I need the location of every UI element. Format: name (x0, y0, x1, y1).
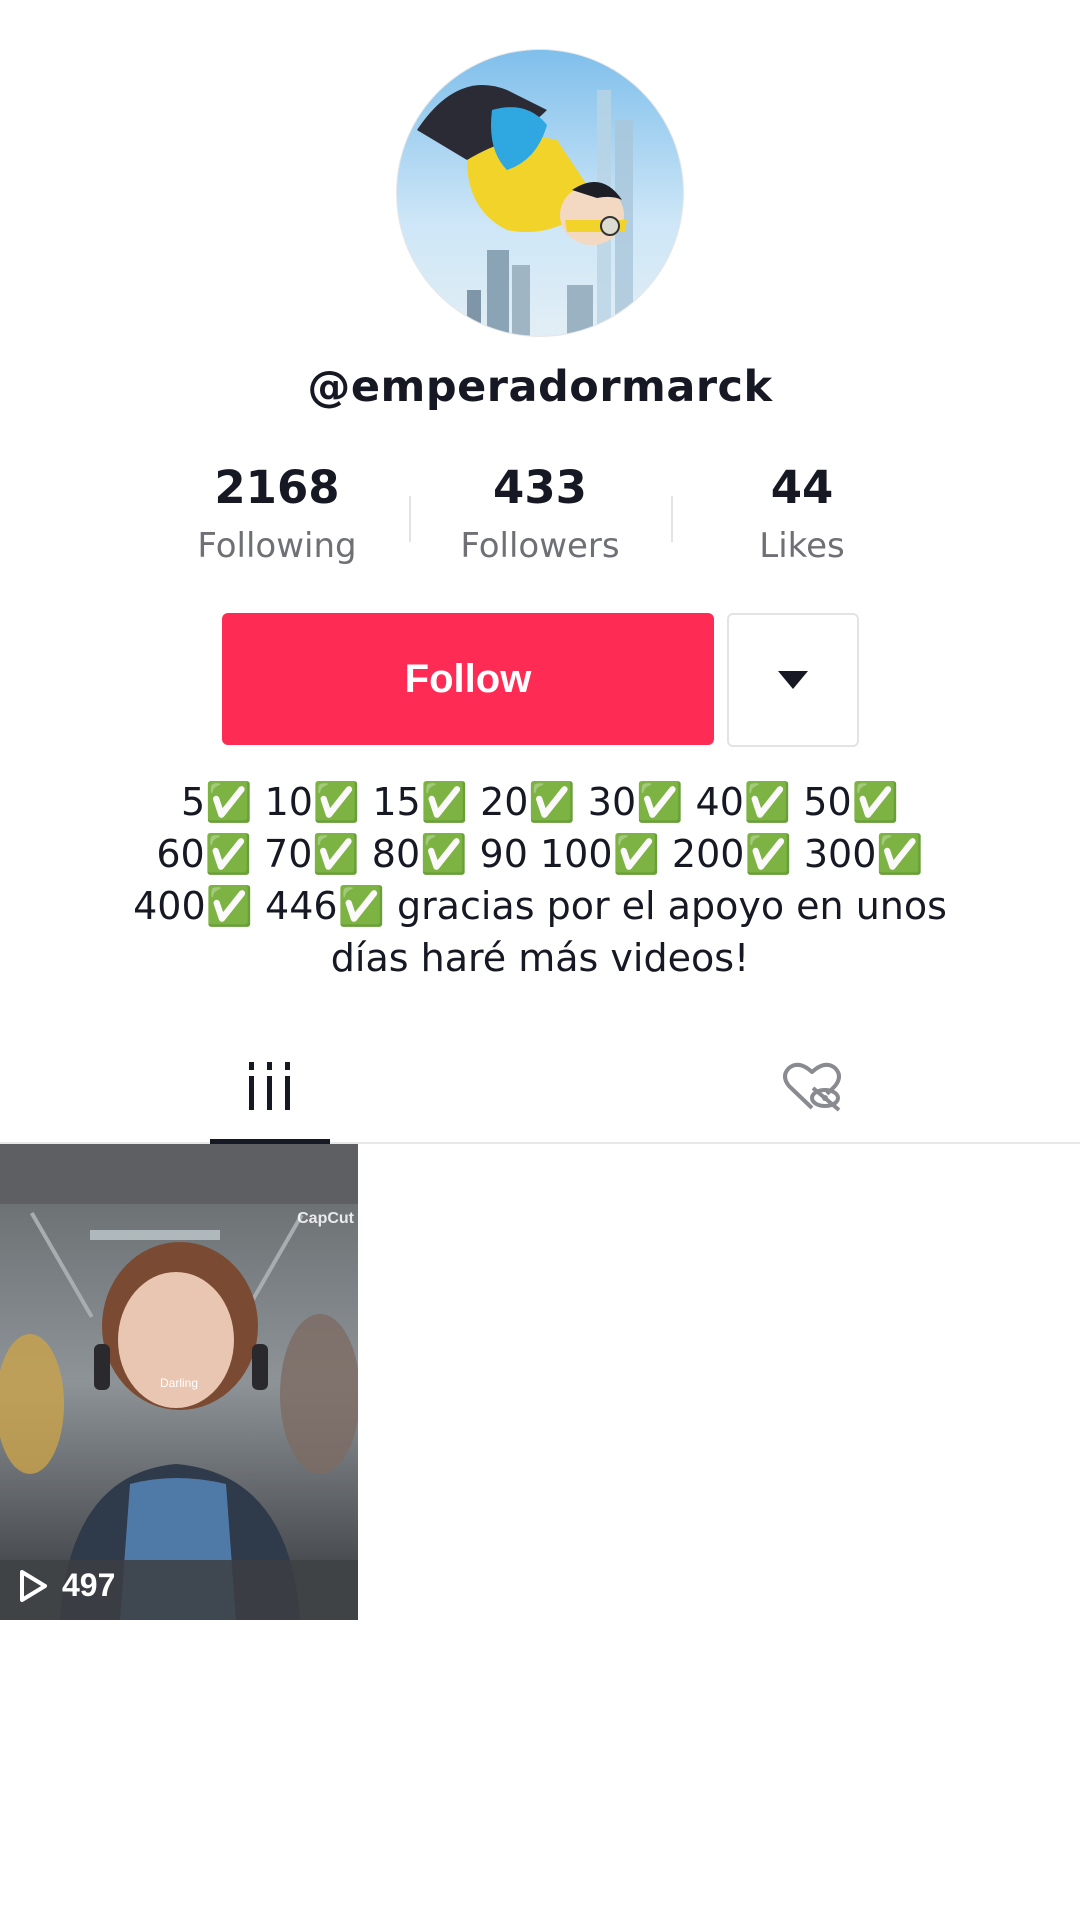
caret-down-icon (778, 671, 808, 689)
liked-private-icon (783, 1062, 841, 1112)
followers-label: Followers (460, 526, 620, 566)
username: @emperadormarck (307, 362, 773, 412)
videos-grid-icon (249, 1062, 290, 1110)
stat-divider (671, 496, 673, 542)
stat-divider (409, 496, 411, 542)
following-count: 2168 (214, 461, 340, 514)
bio: 5✅ 10✅ 15✅ 20✅ 30✅ 40✅ 50✅ 60✅ 70✅ 80✅ 9… (110, 776, 970, 984)
play-icon (18, 1569, 48, 1603)
capcut-watermark: CapCut (297, 1210, 354, 1227)
bio-line: 60✅ 70✅ 80✅ 90 100✅ 200✅ 300✅ (156, 832, 924, 876)
bio-line: días haré más videos! (330, 936, 750, 980)
avatar-image (397, 50, 683, 336)
following-stat[interactable]: 2168 Following (167, 460, 387, 568)
video-thumbnail[interactable]: CapCut Darling 497 (0, 1144, 358, 1620)
followers-stat[interactable]: 433 Followers (430, 460, 650, 568)
follow-button[interactable]: Follow (222, 613, 714, 745)
video-caption: Darling (160, 1376, 199, 1390)
likes-stat[interactable]: 44 Likes (692, 460, 912, 568)
view-count: 497 (18, 1567, 115, 1604)
suggested-accounts-button[interactable] (727, 613, 859, 747)
tab-liked[interactable] (752, 1030, 872, 1142)
bio-line: 400✅ 446✅ gracias por el apoyo en unos (133, 884, 947, 928)
avatar[interactable] (397, 50, 683, 336)
tab-videos[interactable] (210, 1030, 330, 1142)
profile-page: @emperadormarck 2168 Following 433 Follo… (0, 0, 1080, 1920)
likes-label: Likes (759, 526, 845, 566)
bio-line: 5✅ 10✅ 15✅ 20✅ 30✅ 40✅ 50✅ (181, 780, 899, 824)
view-count-value: 497 (62, 1567, 116, 1603)
following-label: Following (197, 526, 357, 566)
followers-count: 433 (493, 461, 587, 514)
profile-tabs (0, 1030, 1080, 1144)
likes-count: 44 (770, 461, 834, 514)
